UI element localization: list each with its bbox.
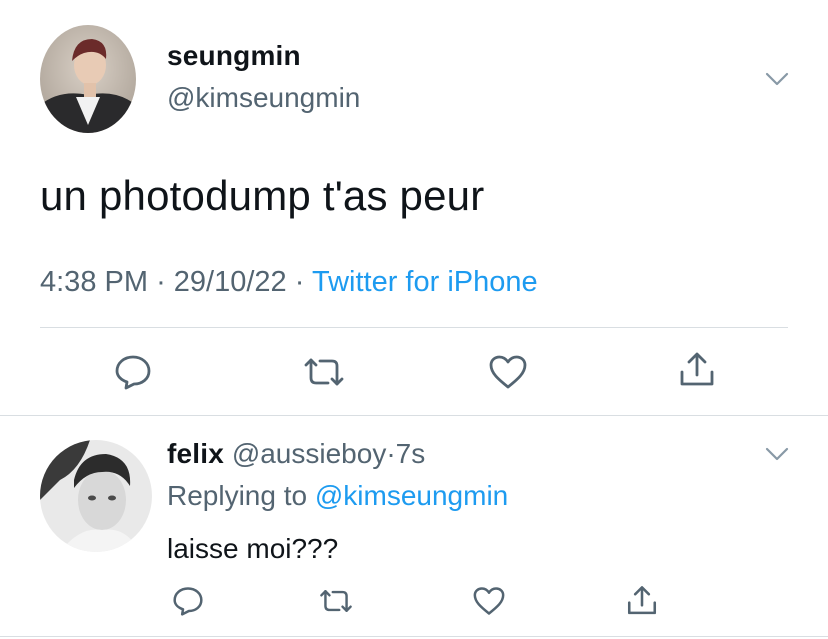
meta-separator: ·	[156, 266, 166, 298]
avatar-seungmin[interactable]	[40, 25, 136, 133]
reply-header: felix @aussieboy·7s	[167, 438, 425, 470]
divider	[0, 636, 828, 637]
reply-icon[interactable]	[171, 586, 205, 616]
display-name[interactable]: felix	[167, 438, 224, 469]
like-icon[interactable]	[488, 354, 528, 390]
share-icon[interactable]	[677, 350, 717, 390]
user-handle[interactable]: @aussieboy	[232, 438, 387, 469]
tweet-date[interactable]: 29/10/22	[174, 266, 287, 298]
user-handle[interactable]: @kimseungmin	[167, 82, 360, 114]
divider	[40, 327, 788, 328]
tweet-age[interactable]: 7s	[396, 438, 426, 469]
meta-separator: ·	[294, 266, 305, 298]
like-icon[interactable]	[472, 586, 506, 616]
reply-text: laisse moi???	[167, 533, 339, 564]
reply-icon[interactable]	[113, 354, 153, 390]
meta-separator: ·	[386, 438, 396, 469]
divider	[0, 415, 828, 416]
chevron-down-icon[interactable]	[765, 447, 789, 461]
replying-to-mention[interactable]: @kimseungmin	[315, 480, 508, 511]
avatar-felix[interactable]	[40, 440, 152, 552]
tweet-text: un photodump t'as peur	[40, 172, 485, 219]
retweet-icon[interactable]	[318, 588, 354, 614]
replying-to-line: Replying to @kimseungmin	[167, 480, 508, 512]
retweet-icon[interactable]	[302, 356, 346, 388]
tweet-time[interactable]: 4:38 PM	[40, 266, 148, 298]
share-icon[interactable]	[625, 584, 659, 618]
replying-to-label: Replying to	[167, 480, 308, 511]
tweet-source[interactable]: Twitter for iPhone	[312, 266, 538, 298]
chevron-down-icon[interactable]	[765, 72, 789, 86]
display-name[interactable]: seungmin	[167, 40, 301, 72]
tweet-meta: 4:38 PM · 29/10/22 · Twitter for iPhone	[40, 266, 538, 299]
